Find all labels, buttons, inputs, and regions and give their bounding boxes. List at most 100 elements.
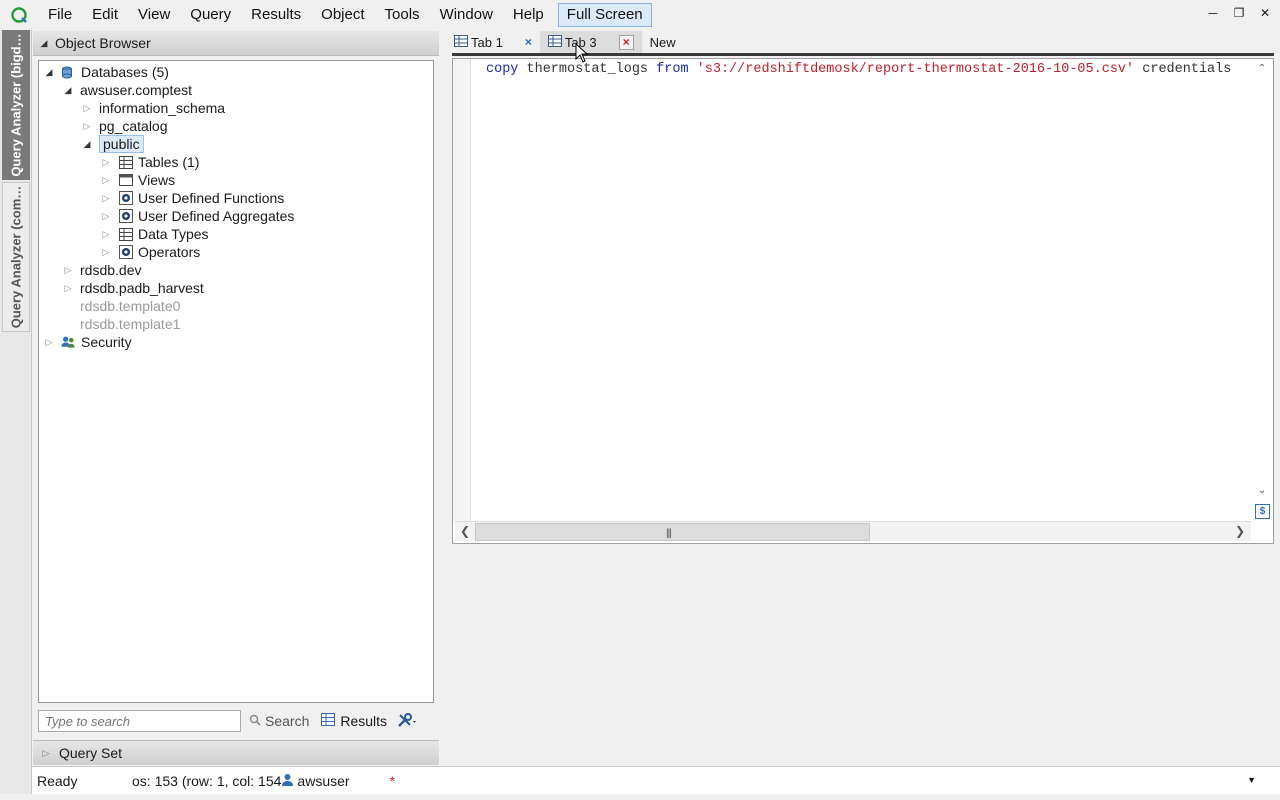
code-line-1[interactable]: copy thermostat_logs from 's3://redshift… [486,61,1251,79]
collapsed-arrow-icon[interactable]: ▷ [100,247,112,258]
menu-help[interactable]: Help [503,0,554,30]
chevron-down-icon[interactable]: ▼ [1247,775,1256,785]
table-icon [547,34,562,50]
expanded-arrow-icon[interactable]: ◢ [62,85,74,96]
sql-identifier: thermostat_logs [518,62,657,77]
tree-node-rdsdb-template0[interactable]: rdsdb.template0 [80,297,180,315]
menu-view[interactable]: View [128,0,180,30]
query-analyzer-tab-1[interactable]: Query Analyzer (bigd… [2,30,30,180]
tools-dropdown-button[interactable] [397,712,417,731]
collapsed-arrow-icon[interactable]: ▷ [100,157,112,168]
query-set-header[interactable]: ▷ Query Set [33,740,439,765]
close-icon[interactable]: ✕ [1258,6,1272,20]
menu-query[interactable]: Query [180,0,241,30]
query-analyzer-tab-2[interactable]: Query Analyzer (com… [2,182,30,332]
sql-space [689,62,697,77]
view-icon [118,173,133,188]
wrench-icon [397,712,417,731]
menu-file[interactable]: File [38,0,82,30]
new-tab-button[interactable]: New [642,31,684,53]
expanded-arrow-icon[interactable]: ◢ [43,67,55,78]
table-icon [118,155,133,170]
tree-node-information-schema[interactable]: ▷ information_schema [81,99,226,117]
tree-node-pg-catalog[interactable]: ▷ pg_catalog [81,117,168,135]
cursor-position: os: 153 (row: 1, col: 154 [132,772,282,789]
tree-node-awsuser-comptest[interactable]: ◢ awsuser.comptest [62,81,193,99]
tree-node-views[interactable]: ▷ Views [100,171,176,189]
vertical-scrollbar[interactable]: ⌃ ⌄ [1253,61,1271,499]
tree-node-security[interactable]: ▷ Security [43,333,132,351]
tab-3[interactable]: Tab 3 × [539,31,642,53]
menu-window[interactable]: Window [430,0,503,30]
expanded-arrow-icon[interactable]: ◢ [81,139,93,150]
bottom-edge [0,794,1280,800]
scroll-down-icon[interactable]: ⌄ [1256,485,1268,497]
status-bar: Ready os: 153 (row: 1, col: 154 awsuser … [32,766,1280,794]
object-browser-title: Object Browser [55,35,151,51]
search-button[interactable]: Search [249,713,309,729]
tree-node-user-defined-aggregates[interactable]: ▷ User Defined Aggregates [100,207,295,225]
close-tab-icon[interactable]: × [525,35,532,49]
database-icon [61,65,76,80]
gear-icon [118,245,133,260]
menu-tools[interactable]: Tools [375,0,430,30]
tab-1[interactable]: Tab 1 × [446,31,540,53]
sql-keyword: copy [486,62,519,77]
menu-bar: File Edit View Query Results Object Tool… [0,0,1280,30]
collapsed-arrow-icon[interactable]: ▷ [100,211,112,222]
collapsed-arrow-icon[interactable]: ▷ [100,193,112,204]
editor-gutter [453,59,471,521]
tree-node-operators[interactable]: ▷ Operators [100,243,201,261]
collapsed-arrow-icon[interactable]: ▷ [81,121,93,132]
collapsed-arrow-icon[interactable]: ▷ [81,103,93,114]
status-user: awsuser [281,773,350,789]
search-input[interactable] [38,710,241,732]
table-icon [321,713,336,729]
tree-node-user-defined-functions[interactable]: ▷ User Defined Functions [100,189,285,207]
collapse-triangle-icon[interactable]: ◢ [33,38,55,49]
tree-node-public[interactable]: ◢ public [81,135,144,153]
scrollbar-thumb[interactable]: ||| [475,523,870,541]
users-icon [61,335,76,350]
table-icon [454,34,468,50]
menu-results[interactable]: Results [241,0,311,30]
app-logo-icon [10,6,28,24]
tree-node-data-types[interactable]: ▷ Data Types [100,225,209,243]
scroll-left-icon[interactable]: ❮ [460,524,470,538]
menu-object[interactable]: Object [311,0,374,30]
horizontal-scrollbar[interactable]: ❮ ||| ❯ [455,521,1251,541]
scroll-up-icon[interactable]: ⌃ [1256,63,1268,75]
vertical-tab-strip: Query Analyzer (bigd… Query Analyzer (co… [0,30,32,800]
tree-node-tables[interactable]: ▷ Tables (1) [100,153,200,171]
object-browser-header[interactable]: ◢ Object Browser [33,31,439,56]
menu-edit[interactable]: Edit [82,0,128,30]
search-icon [249,713,261,729]
results-button[interactable]: Results [321,713,387,729]
tree-node-rdsdb-padb-harvest[interactable]: ▷ rdsdb.padb_harvest [62,279,204,297]
tree-node-rdsdb-dev[interactable]: ▷ rdsdb.dev [62,261,142,279]
collapsed-arrow-icon[interactable]: ▷ [62,283,74,294]
object-browser-search-bar: Search Results [38,709,438,733]
collapsed-arrow-icon[interactable]: ▷ [100,175,112,186]
restore-icon[interactable]: ❐ [1232,6,1246,20]
tree-node-databases[interactable]: ◢ Databases (5) [43,63,169,81]
scroll-right-icon[interactable]: ❯ [1235,524,1245,538]
query-set-title: Query Set [59,745,123,761]
collapsed-arrow-icon[interactable]: ▷ [62,265,74,276]
sql-keyword: from [656,62,689,77]
object-tree[interactable]: ◢ Databases (5) ◢ awsuser.comptest ▷ inf… [38,60,434,703]
window-controls: ─ ❐ ✕ [1206,6,1272,20]
sql-identifier: credentials [1134,62,1232,77]
expand-arrow-icon[interactable]: ▷ [33,748,59,759]
fullscreen-button[interactable]: Full Screen [557,3,652,27]
script-icon[interactable]: $ [1255,504,1270,519]
modified-indicator: * [389,772,396,789]
minimize-icon[interactable]: ─ [1206,6,1220,20]
collapsed-arrow-icon[interactable]: ▷ [43,337,55,348]
editor-tab-bar: Tab 1 × Tab 3 × New [446,30,1280,54]
sql-editor[interactable]: copy thermostat_logs from 's3://redshift… [452,58,1274,544]
grip-icon: ||| [666,528,672,539]
close-tab-icon[interactable]: × [618,34,634,50]
tree-node-rdsdb-template1[interactable]: rdsdb.template1 [80,315,180,333]
collapsed-arrow-icon[interactable]: ▷ [100,229,112,240]
